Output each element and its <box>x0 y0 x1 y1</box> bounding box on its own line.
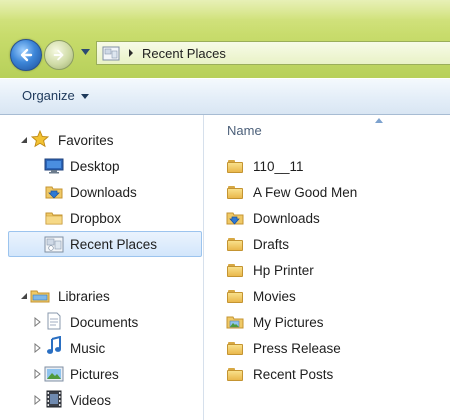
file-name: A Few Good Men <box>253 184 358 200</box>
window-chrome: Recent Places <box>0 0 450 78</box>
expand-triangle-icon[interactable] <box>19 291 29 301</box>
file-row[interactable]: My Pictures <box>225 309 445 335</box>
expand-arrow-icon[interactable] <box>33 317 43 327</box>
nav-group-label: Favorites <box>58 132 114 148</box>
chevron-down-icon <box>80 49 90 55</box>
file-name: My Pictures <box>253 314 324 330</box>
folder-icon <box>44 209 64 227</box>
nav-item-label: Desktop <box>70 158 120 174</box>
file-name: 110__11 <box>253 158 304 174</box>
music-library-icon <box>44 336 64 355</box>
nav-item-label: Videos <box>70 392 112 408</box>
address-bar[interactable]: Recent Places <box>96 41 450 65</box>
downloads-folder-icon <box>225 209 245 227</box>
nav-item-dropbox[interactable]: Dropbox <box>0 205 204 231</box>
expand-arrow-icon[interactable] <box>33 343 43 353</box>
back-button[interactable] <box>10 39 42 71</box>
forward-button[interactable] <box>44 40 74 70</box>
nav-item-pictures[interactable]: Pictures <box>0 361 204 387</box>
downloads-folder-icon <box>44 183 64 201</box>
expand-triangle-icon[interactable] <box>19 135 29 145</box>
nav-item-label: Dropbox <box>70 210 122 226</box>
folder-icon <box>225 261 245 279</box>
chrome-highlight <box>0 0 450 20</box>
recent-places-icon <box>102 46 120 61</box>
file-name: Recent Posts <box>253 366 334 382</box>
nav-item-desktop[interactable]: Desktop <box>0 153 204 179</box>
desktop-icon <box>44 157 64 175</box>
nav-item-music[interactable]: Music <box>0 335 204 361</box>
file-name: Movies <box>253 288 296 304</box>
nav-item-recent-places[interactable]: Recent Places <box>0 231 204 257</box>
folder-icon <box>225 183 245 201</box>
file-row[interactable]: Downloads <box>225 205 445 231</box>
organize-button[interactable]: Organize <box>22 88 89 103</box>
organize-label: Organize <box>22 88 75 103</box>
breadcrumb-separator-icon[interactable] <box>127 48 135 58</box>
folder-icon <box>225 157 245 175</box>
file-row[interactable]: Press Release <box>225 335 445 361</box>
folder-icon <box>225 287 245 305</box>
file-row[interactable]: Hp Printer <box>225 257 445 283</box>
file-row[interactable]: A Few Good Men <box>225 179 445 205</box>
nav-group-label: Libraries <box>58 288 110 304</box>
pictures-library-icon <box>44 365 64 383</box>
file-row[interactable]: 110__11 <box>225 153 445 179</box>
back-arrow-icon <box>20 48 33 62</box>
nav-item-label: Music <box>70 340 106 356</box>
recent-places-icon <box>44 235 64 253</box>
nav-item-label: Pictures <box>70 366 119 382</box>
nav-item-downloads[interactable]: Downloads <box>0 179 204 205</box>
file-name: Downloads <box>253 210 320 226</box>
folder-icon <box>225 235 245 253</box>
chevron-down-icon <box>80 94 89 99</box>
folder-icon <box>225 339 245 357</box>
navigation-pane: Favorites Desktop Downloads Dropbox Rece… <box>0 115 204 420</box>
command-bar: Organize <box>0 78 450 115</box>
expand-arrow-icon[interactable] <box>33 395 43 405</box>
address-location[interactable]: Recent Places <box>142 46 226 61</box>
sort-ascending-icon <box>375 118 383 123</box>
file-name: Drafts <box>253 236 290 252</box>
nav-group-favorites[interactable]: Favorites <box>0 127 204 153</box>
file-name: Press Release <box>253 340 341 356</box>
nav-item-label: Recent Places <box>70 236 158 252</box>
nav-item-videos[interactable]: Videos <box>0 387 204 413</box>
expand-arrow-icon[interactable] <box>33 369 43 379</box>
folder-icon <box>225 365 245 383</box>
star-icon <box>30 130 50 148</box>
nav-item-label: Downloads <box>70 184 137 200</box>
file-name: Hp Printer <box>253 262 314 278</box>
file-row[interactable]: Movies <box>225 283 445 309</box>
libraries-icon <box>30 287 50 305</box>
recent-pages-dropdown[interactable] <box>80 47 90 57</box>
file-list-pane: Name 110__11 A Few Good Men Downloads Dr… <box>205 115 450 420</box>
forward-arrow-icon <box>53 49 64 61</box>
nav-group-libraries[interactable]: Libraries <box>0 283 204 309</box>
documents-library-icon <box>44 312 64 330</box>
nav-item-documents[interactable]: Documents <box>0 309 204 335</box>
column-header-name[interactable]: Name <box>227 123 262 138</box>
pictures-folder-icon <box>225 313 245 331</box>
file-row[interactable]: Drafts <box>225 231 445 257</box>
videos-library-icon <box>44 390 64 408</box>
nav-item-label: Documents <box>70 314 139 330</box>
file-row[interactable]: Recent Posts <box>225 361 445 387</box>
